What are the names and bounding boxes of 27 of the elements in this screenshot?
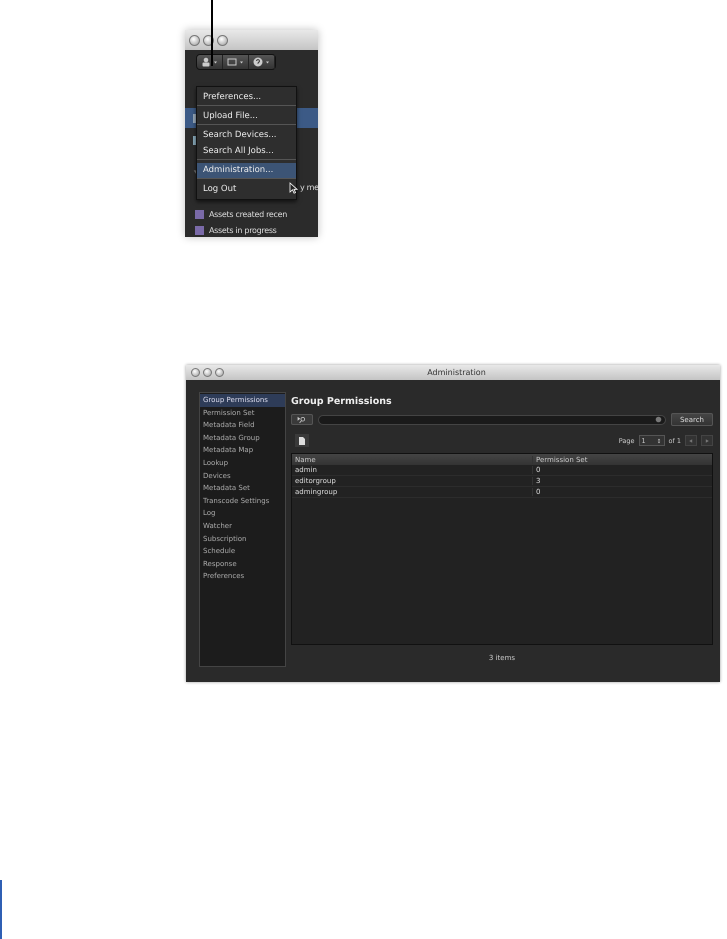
user-icon (201, 57, 211, 67)
new-item-button[interactable] (295, 434, 309, 447)
list-item[interactable]: Assets in progress (209, 226, 277, 234)
document-icon (297, 436, 307, 446)
left-arrow-icon (688, 438, 694, 444)
stepper-icon (656, 436, 662, 444)
caret-icon (213, 60, 218, 64)
right-arrow-icon (704, 438, 710, 444)
clear-icon (654, 416, 662, 423)
caret-icon (265, 60, 270, 64)
search-field[interactable] (318, 414, 666, 424)
callout-line (211, 0, 213, 66)
next-page-button[interactable] (701, 435, 713, 446)
help-icon (253, 57, 263, 67)
window-icon (227, 57, 237, 67)
menu-item[interactable]: Search All Jobs... (197, 143, 296, 159)
search-scope-button[interactable] (291, 414, 313, 425)
menu-item[interactable]: Preferences... (197, 89, 296, 105)
caret-icon (239, 60, 244, 64)
menu-item[interactable]: Upload File... (197, 105, 296, 124)
list-item[interactable]: Assets created recen (209, 210, 288, 218)
section-heading: Group Permissions (291, 396, 393, 407)
menu-item[interactable]: Administration... (197, 159, 296, 178)
menu-item[interactable]: Search Devices... (197, 124, 296, 143)
list-item[interactable]: y me (300, 182, 318, 192)
previous-page-button[interactable] (685, 435, 697, 446)
window-title: Administration (426, 368, 487, 377)
